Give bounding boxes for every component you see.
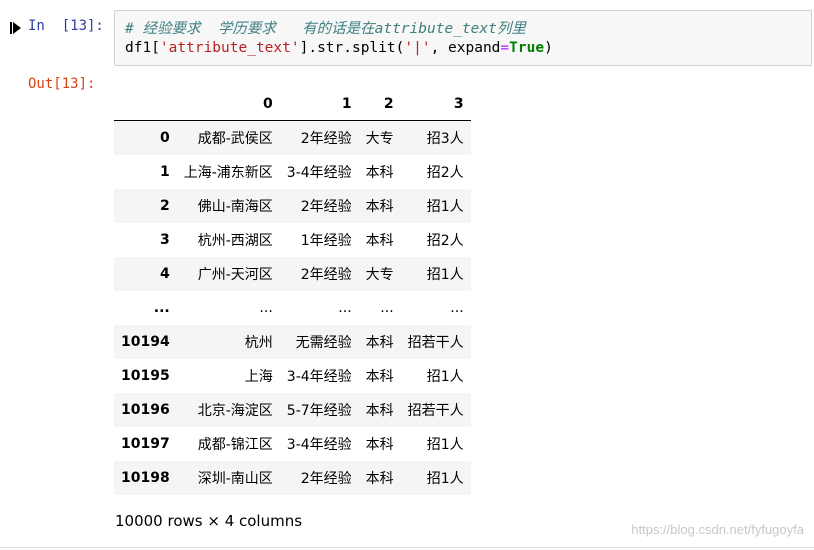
row-index: 10194 xyxy=(121,334,170,350)
table-row: 10198 深圳-南山区 2年经验 本科 招1人 xyxy=(114,461,471,495)
row-index: 3 xyxy=(159,232,170,248)
table-cell: 杭州-西湖区 xyxy=(197,233,273,249)
table-cell: 广州-天河区 xyxy=(197,267,273,283)
code-comment-line: # 经验要求 学历要求 有的话是在attribute_text列里 xyxy=(125,21,526,37)
row-index: 10198 xyxy=(121,470,170,486)
dataframe-table: 0123 0 成都-武侯区 2年经验 大专 招3人 1 上海-浦东新区 3-4年经验 本科 招2人… xyxy=(114,88,471,495)
table-cell: 招1人 xyxy=(426,471,464,487)
table-cell: 本科 xyxy=(365,335,394,351)
table-row: 0 成都-武侯区 2年经验 大专 招3人 xyxy=(114,120,471,155)
table-cell: 成都-武侯区 xyxy=(197,131,273,147)
code-token: ) xyxy=(544,40,553,56)
table-cell: ... xyxy=(380,300,394,316)
table-cell: 5-7年经验 xyxy=(286,403,352,419)
table-cell: 1年经验 xyxy=(300,233,352,249)
table-cell: 2年经验 xyxy=(300,267,352,283)
row-index: 10196 xyxy=(121,402,170,418)
row-index: 10197 xyxy=(121,436,170,452)
dataframe-dimensions: 10000 rows × 4 columns xyxy=(115,512,303,530)
column-header: 2 xyxy=(358,88,401,121)
table-cell: 大专 xyxy=(365,131,394,147)
index-header xyxy=(114,88,177,121)
table-cell: 深圳-南山区 xyxy=(197,471,273,487)
code-token: , expand xyxy=(430,40,501,56)
input-prompt: In [13]: xyxy=(28,18,104,34)
table-cell: 3-4年经验 xyxy=(286,165,352,181)
table-cell: 招1人 xyxy=(426,369,464,385)
input-prompt-number: [13]: xyxy=(61,18,104,34)
table-row: 1 上海-浦东新区 3-4年经验 本科 招2人 xyxy=(114,155,471,189)
table-cell: 上海-浦东新区 xyxy=(183,165,273,181)
code-keyword-token: True xyxy=(509,40,545,56)
row-index: 2 xyxy=(159,198,170,214)
table-cell: 本科 xyxy=(365,369,394,385)
output-prompt: Out[13]: xyxy=(28,76,96,92)
table-row: 10196 北京-海淀区 5-7年经验 本科 招若干人 xyxy=(114,393,471,427)
code-string-token: '|' xyxy=(404,40,431,56)
table-row: 10195 上海 3-4年经验 本科 招1人 xyxy=(114,359,471,393)
table-cell: 招2人 xyxy=(426,165,464,181)
table-cell: 3-4年经验 xyxy=(286,369,352,385)
code-token: df1[ xyxy=(125,40,160,56)
table-row: 2 佛山-南海区 2年经验 本科 招1人 xyxy=(114,189,471,223)
table-cell: 本科 xyxy=(365,199,394,215)
table-cell: ... xyxy=(259,300,273,316)
table-cell: 招1人 xyxy=(426,267,464,283)
dataframe-body: 0 成都-武侯区 2年经验 大专 招3人 1 上海-浦东新区 3-4年经验 本科 招2人 2 佛山-南… xyxy=(114,120,471,495)
table-cell: ... xyxy=(338,300,352,316)
table-cell: 2年经验 xyxy=(300,199,352,215)
table-cell: 本科 xyxy=(365,437,394,453)
run-cell-icon[interactable] xyxy=(10,20,22,34)
code-statement-line: df1['attribute_text'].str.split('|', exp… xyxy=(125,40,553,56)
column-header: 0 xyxy=(176,88,280,121)
code-operator-token: = xyxy=(500,40,510,56)
code-token: ].str.split( xyxy=(299,40,405,56)
row-index: 4 xyxy=(159,266,170,282)
watermark: https://blog.csdn.net/fyfugoyfa xyxy=(631,522,804,537)
table-cell: 大专 xyxy=(365,267,394,283)
table-cell: 无需经验 xyxy=(295,335,352,351)
table-cell: 招2人 xyxy=(426,233,464,249)
table-cell: 2年经验 xyxy=(300,471,352,487)
column-header: 1 xyxy=(279,88,359,121)
table-cell: 本科 xyxy=(365,233,394,249)
dataframe-header: 0123 xyxy=(114,88,471,121)
table-cell: 本科 xyxy=(365,471,394,487)
column-header: 3 xyxy=(400,88,471,121)
table-cell: 招3人 xyxy=(426,131,464,147)
row-index: ... xyxy=(153,300,170,316)
table-cell: 成都-锦江区 xyxy=(197,437,273,453)
cell-divider xyxy=(0,547,814,548)
row-index: 0 xyxy=(159,130,170,146)
table-cell: 本科 xyxy=(365,165,394,181)
table-row: 10194 杭州 无需经验 本科 招若干人 xyxy=(114,325,471,359)
table-cell: 招1人 xyxy=(426,199,464,215)
table-row: 3 杭州-西湖区 1年经验 本科 招2人 xyxy=(114,223,471,257)
table-cell: 招若干人 xyxy=(407,335,464,351)
table-row: 10197 成都-锦江区 3-4年经验 本科 招1人 xyxy=(114,427,471,461)
table-cell: 本科 xyxy=(365,403,394,419)
table-row: ............... xyxy=(114,291,471,325)
code-editor[interactable]: # 经验要求 学历要求 有的话是在attribute_text列里 df1['a… xyxy=(114,10,812,66)
row-index: 10195 xyxy=(121,368,170,384)
table-row: 4 广州-天河区 2年经验 大专 招1人 xyxy=(114,257,471,291)
input-prompt-label: In xyxy=(28,18,45,34)
table-cell: 3-4年经验 xyxy=(286,437,352,453)
table-cell: 上海 xyxy=(244,369,273,385)
table-cell: 北京-海淀区 xyxy=(197,403,273,419)
table-cell: ... xyxy=(450,300,464,316)
header-row: 0123 xyxy=(114,88,471,121)
table-cell: 佛山-南海区 xyxy=(197,199,273,215)
code-string-token: 'attribute_text' xyxy=(159,40,300,56)
table-cell: 2年经验 xyxy=(300,131,352,147)
table-cell: 招1人 xyxy=(426,437,464,453)
table-cell: 杭州 xyxy=(244,335,273,351)
row-index: 1 xyxy=(159,164,170,180)
table-cell: 招若干人 xyxy=(407,403,464,419)
